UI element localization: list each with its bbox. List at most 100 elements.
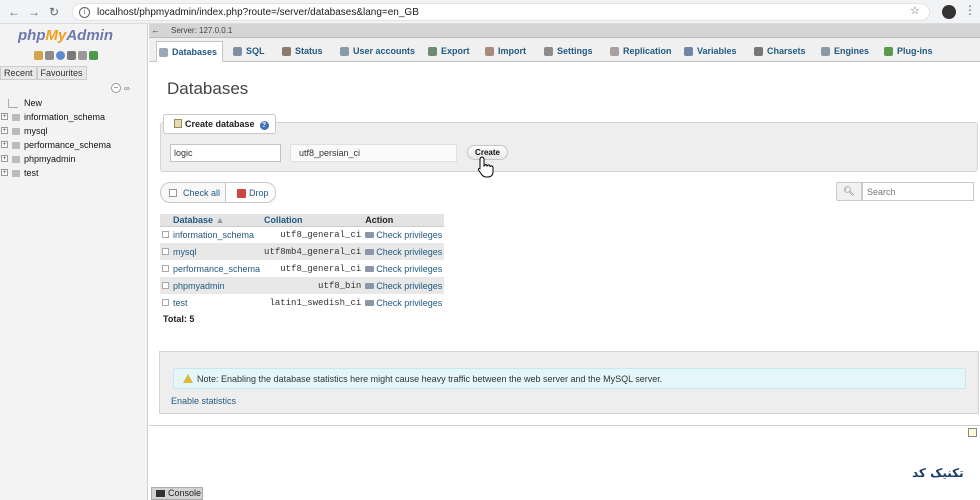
engines-icon [821, 47, 830, 57]
profile-avatar[interactable] [942, 5, 956, 19]
help-icon[interactable] [56, 51, 65, 60]
tab-sql[interactable]: SQL [231, 41, 265, 62]
database-link[interactable]: performance_schema [173, 264, 260, 274]
server-label[interactable]: Server: 127.0.0.1 [171, 26, 232, 35]
help-icon[interactable]: ? [259, 121, 269, 130]
expand-icon[interactable]: + [1, 141, 8, 148]
action-cell: Check privileges [363, 277, 445, 294]
expand-icon[interactable]: + [1, 155, 8, 162]
tab-label: Engines [834, 46, 870, 56]
tree-item-information-schema[interactable]: + information_schema [0, 110, 148, 124]
page-settings-icon[interactable] [968, 428, 977, 437]
tab-variables[interactable]: Variables [682, 41, 737, 62]
search-icon[interactable]: 🔍︎ [836, 182, 862, 201]
collation-cell: utf8_bin [262, 277, 364, 294]
tab-replication[interactable]: Replication [608, 41, 672, 62]
header-collation[interactable]: Collation [262, 214, 364, 227]
row-checkbox[interactable] [162, 298, 169, 306]
phpmyadmin-logo[interactable]: phpMyAdmin [18, 27, 113, 44]
tab-favourites[interactable]: Favourites [36, 66, 87, 80]
check-all-checkbox[interactable] [169, 189, 177, 197]
export-icon [428, 47, 437, 57]
home-icon[interactable] [34, 51, 43, 60]
tab-import[interactable]: Import [483, 41, 526, 62]
forward-icon[interactable]: → [26, 4, 42, 20]
logout-icon[interactable] [45, 51, 54, 60]
database-link[interactable]: mysql [173, 247, 197, 257]
check-all-label[interactable]: Check all [183, 188, 220, 198]
database-name-input[interactable] [170, 144, 281, 162]
check-privileges-link[interactable]: Check privileges [376, 281, 442, 291]
console-toggle[interactable]: Console [151, 487, 203, 500]
tree-item-new[interactable]: New [0, 96, 148, 110]
tab-charsets[interactable]: Charsets [752, 41, 806, 62]
reload-navigation-icon[interactable] [89, 51, 98, 60]
tab-databases[interactable]: Databases [156, 41, 223, 62]
collapse-all-icon[interactable]: − [111, 83, 121, 93]
legend-text: Create database [185, 119, 255, 129]
tree-item-phpmyadmin[interactable]: + phpmyadmin [0, 152, 148, 166]
plugin-icon [884, 47, 893, 57]
privileges-icon [365, 231, 375, 238]
expand-icon[interactable]: + [1, 127, 8, 134]
tree-item-mysql[interactable]: + mysql [0, 124, 148, 138]
database-name-cell: information_schema [171, 226, 263, 243]
expand-icon[interactable]: + [1, 113, 8, 120]
row-checkbox[interactable] [162, 264, 169, 272]
watermark-text: تکنیک کد [912, 466, 964, 480]
url-text[interactable]: localhost/phpmyadmin/index.php?route=/se… [97, 7, 419, 18]
bookmark-star-icon[interactable]: ☆ [910, 4, 920, 17]
total-count: Total: 5 [163, 314, 195, 324]
bulk-actions-group: Check all Drop [160, 182, 276, 203]
expand-icon[interactable]: + [1, 169, 8, 176]
browser-toolbar: ← → ↻ i localhost/phpmyadmin/index.php?r… [0, 0, 980, 24]
settings-gear-icon[interactable] [78, 51, 87, 60]
import-icon [485, 47, 494, 57]
docs-icon[interactable] [67, 51, 76, 60]
check-privileges-link[interactable]: Check privileges [376, 247, 442, 257]
row-checkbox-cell [160, 226, 171, 243]
tree-item-performance-schema[interactable]: + performance_schema [0, 138, 148, 152]
database-link[interactable]: phpmyadmin [173, 281, 225, 291]
site-info-icon[interactable]: i [79, 7, 90, 18]
database-link[interactable]: test [173, 298, 188, 308]
check-privileges-link[interactable]: Check privileges [376, 230, 442, 240]
collation-select[interactable]: utf8_persian_ci [290, 144, 457, 162]
back-icon[interactable]: ← [6, 4, 22, 20]
search-input[interactable] [862, 182, 974, 201]
row-checkbox[interactable] [162, 281, 169, 289]
privileges-icon [365, 248, 375, 255]
sql-icon [233, 47, 242, 57]
enable-statistics-link[interactable]: Enable statistics [171, 396, 236, 406]
main-content: Databases Create database? utf8_persian_… [149, 62, 980, 500]
tab-user-accounts[interactable]: User accounts [338, 41, 415, 62]
action-cell: Check privileges [363, 294, 445, 311]
server-breadcrumb: ← Server: 127.0.0.1 [149, 24, 980, 38]
hand-pointer-cursor-icon [477, 156, 494, 178]
tab-label: Settings [557, 46, 593, 56]
logo-admin-text: Admin [66, 27, 114, 44]
check-privileges-link[interactable]: Check privileges [376, 264, 442, 274]
database-link[interactable]: information_schema [173, 230, 254, 240]
tab-export[interactable]: Export [426, 41, 470, 62]
database-icon [12, 128, 20, 135]
row-checkbox[interactable] [162, 247, 169, 255]
tab-settings[interactable]: Settings [542, 41, 593, 62]
header-database[interactable]: Database ▲ [171, 214, 263, 227]
sort-ascending-icon: ▲ [215, 214, 225, 225]
tab-status[interactable]: Status [280, 41, 323, 62]
tree-item-test[interactable]: + test [0, 166, 148, 180]
tab-engines[interactable]: Engines [819, 41, 869, 62]
check-privileges-link[interactable]: Check privileges [376, 298, 442, 308]
browser-menu-icon[interactable]: ⋮ [964, 3, 976, 17]
back-arrow-icon[interactable]: ← [151, 25, 160, 35]
address-bar[interactable]: i localhost/phpmyadmin/index.php?route=/… [72, 3, 930, 21]
tab-plugins[interactable]: Plug-ins [882, 41, 933, 62]
drop-button[interactable]: Drop [225, 182, 276, 203]
privileges-icon [365, 265, 375, 272]
tab-recent[interactable]: Recent [0, 66, 37, 80]
database-icon [12, 114, 20, 121]
link-with-main-icon[interactable]: ∞ [124, 84, 134, 93]
reload-icon[interactable]: ↻ [46, 4, 62, 20]
row-checkbox[interactable] [162, 230, 169, 238]
